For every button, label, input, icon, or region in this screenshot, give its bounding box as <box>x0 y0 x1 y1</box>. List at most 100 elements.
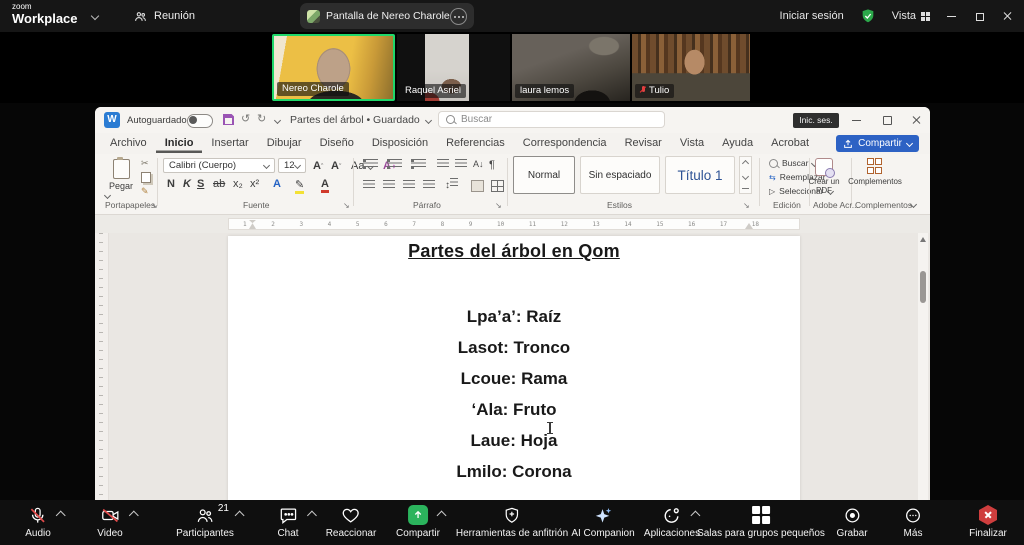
video-tile-laura[interactable]: laura lemos <box>512 34 630 101</box>
pilcrow-icon[interactable]: ¶ <box>489 159 495 171</box>
video-button[interactable]: Video <box>97 505 139 539</box>
screen-share-pill[interactable]: Pantalla de Nereo Charole <box>300 3 474 29</box>
find-button[interactable]: Buscar <box>769 158 819 168</box>
word-minimize-button[interactable] <box>851 114 863 126</box>
share-options-ellipsis-button[interactable] <box>450 7 467 25</box>
word-sign-in-button[interactable]: Inic. ses. <box>793 113 839 128</box>
multilevel-list-icon[interactable] <box>411 159 426 169</box>
bullet-list-icon[interactable] <box>363 159 378 169</box>
window-minimize-button[interactable] <box>946 10 958 22</box>
create-pdf-icon[interactable] <box>815 158 835 178</box>
logo-chevron-down-icon[interactable] <box>90 11 100 21</box>
tab-insertar[interactable]: Insertar <box>202 135 257 153</box>
tab-correspondencia[interactable]: Correspondencia <box>514 135 616 153</box>
superscript-button[interactable]: x² <box>250 178 259 190</box>
ai-companion-button[interactable]: AI Companion <box>571 505 635 539</box>
font-name-select[interactable]: Calibri (Cuerpo) <box>163 158 275 173</box>
tab-meeting[interactable]: Reunión <box>126 0 203 32</box>
paste-button[interactable]: Pegar <box>103 157 137 200</box>
word-close-button[interactable] <box>911 114 923 126</box>
style-normal[interactable]: Normal <box>513 156 575 194</box>
redo-icon[interactable]: ↻ <box>257 112 266 125</box>
word-restore-button[interactable] <box>881 114 893 126</box>
react-button[interactable]: Reaccionar <box>326 505 376 539</box>
font-dialog-launcher-icon[interactable]: ↘ <box>343 201 350 210</box>
tab-archivo[interactable]: Archivo <box>101 135 156 153</box>
host-tools-button[interactable]: Herramientas de anfitrión <box>456 505 568 539</box>
share-chevron-icon[interactable] <box>436 510 447 521</box>
scrollbar-thumb[interactable] <box>920 271 926 303</box>
style-titulo-1[interactable]: Título 1 <box>665 156 735 194</box>
underline-button[interactable]: S <box>197 178 204 190</box>
tab-referencias[interactable]: Referencias <box>437 135 514 153</box>
apps-button[interactable]: Aplicaciones <box>644 505 701 539</box>
autosave-toggle[interactable] <box>187 114 213 128</box>
quick-access-chevron-icon[interactable] <box>273 116 282 125</box>
font-color-button[interactable]: A <box>321 178 329 193</box>
styles-gallery-scroll[interactable] <box>739 156 752 194</box>
video-tile-nereo[interactable]: Nereo Charole <box>272 34 395 101</box>
word-search-box[interactable]: Buscar <box>438 111 665 128</box>
tab-dibujar[interactable]: Dibujar <box>258 135 311 153</box>
tab-vista[interactable]: Vista <box>671 135 713 153</box>
subscript-button[interactable]: x₂ <box>233 178 243 190</box>
share-screen-button[interactable]: Compartir <box>396 505 447 539</box>
sort-icon[interactable]: A↓ <box>473 159 484 169</box>
participants-button[interactable]: 21 Participantes <box>176 503 245 539</box>
line-spacing-icon[interactable]: ↕ <box>445 178 458 191</box>
justify-icon[interactable] <box>423 180 435 190</box>
copy-icon[interactable] <box>141 172 151 183</box>
create-pdf-label[interactable]: Crear un PDF <box>801 177 847 195</box>
grow-font-button[interactable]: Aˆ <box>313 160 323 172</box>
window-restore-button[interactable] <box>974 10 986 22</box>
breakout-rooms-button[interactable]: Salas para grupos pequeños <box>697 505 825 539</box>
video-tile-tulio[interactable]: Tulio <box>632 34 750 101</box>
audio-chevron-icon[interactable] <box>56 510 66 521</box>
video-chevron-icon[interactable] <box>128 510 139 521</box>
highlight-color-button[interactable]: ✎ <box>295 178 304 194</box>
end-meeting-button[interactable]: Finalizar <box>969 505 1007 539</box>
font-size-select[interactable]: 12 <box>278 158 306 173</box>
shrink-font-button[interactable]: Aˇ <box>331 160 341 172</box>
document-page[interactable]: Partes del árbol en Qom Lpa’a’: Raíz Las… <box>228 236 800 500</box>
indent-marker-right[interactable] <box>745 223 753 229</box>
align-right-icon[interactable] <box>403 180 415 190</box>
cut-icon[interactable]: ✂ <box>141 159 151 168</box>
undo-icon[interactable]: ↺ <box>241 112 250 125</box>
style-sin-espaciado[interactable]: Sin espaciado <box>580 156 660 194</box>
align-left-icon[interactable] <box>363 180 375 190</box>
more-button[interactable]: Más <box>903 505 923 539</box>
save-icon[interactable] <box>223 114 234 125</box>
participants-chevron-icon[interactable] <box>234 510 245 521</box>
italic-button[interactable]: K <box>183 178 191 190</box>
addins-icon[interactable] <box>867 158 883 174</box>
view-button[interactable]: Vista <box>892 10 930 22</box>
borders-icon[interactable] <box>491 180 504 192</box>
bold-button[interactable]: N <box>167 178 175 190</box>
scroll-up-arrow-icon[interactable] <box>920 237 926 242</box>
tab-acrobat[interactable]: Acrobat <box>762 135 818 153</box>
vertical-scrollbar[interactable] <box>918 233 928 500</box>
increase-indent-icon[interactable] <box>455 159 467 169</box>
sign-in-link[interactable]: Iniciar sesión <box>780 10 844 22</box>
tab-disposicion[interactable]: Disposición <box>363 135 437 153</box>
video-tile-raquel[interactable]: Raquel Asriel <box>397 34 510 101</box>
clipboard-dialog-launcher-icon[interactable]: ↘ <box>151 201 158 210</box>
text-effects-button[interactable]: A <box>273 178 281 190</box>
tab-diseno[interactable]: Diseño <box>311 135 363 153</box>
format-painter-icon[interactable]: ✎ <box>141 187 151 196</box>
window-close-button[interactable] <box>1002 10 1014 22</box>
tab-revisar[interactable]: Revisar <box>616 135 671 153</box>
numbered-list-icon[interactable] <box>387 159 402 169</box>
tab-ayuda[interactable]: Ayuda <box>713 135 762 153</box>
tab-inicio[interactable]: Inicio <box>156 135 203 153</box>
word-share-button[interactable]: Compartir <box>836 135 919 152</box>
shading-icon[interactable] <box>471 180 484 192</box>
record-button[interactable]: Grabar <box>836 505 868 539</box>
paragraph-dialog-launcher-icon[interactable]: ↘ <box>495 201 502 210</box>
strikethrough-button[interactable]: ab <box>213 178 225 190</box>
align-center-icon[interactable] <box>383 180 395 190</box>
chat-button[interactable]: Chat <box>277 505 317 539</box>
chat-chevron-icon[interactable] <box>306 510 317 521</box>
document-title[interactable]: Partes del árbol • Guardado <box>290 114 432 126</box>
